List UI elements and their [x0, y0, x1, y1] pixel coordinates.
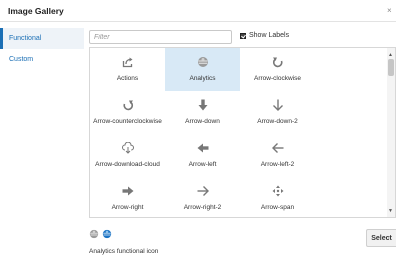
icon-tile-arrow-right-2[interactable]: Arrow-right-2 — [165, 177, 240, 217]
analytics-blue-icon — [102, 229, 112, 239]
arrow-clockwise-icon — [272, 57, 283, 68]
arrow-download-cloud-icon — [121, 142, 134, 154]
icon-tile-label: Arrow-down-2 — [257, 118, 298, 125]
icon-tile-label: Arrow-down — [185, 118, 220, 125]
icon-tile-label: Arrow-left — [188, 161, 217, 168]
analytics-ball-icon — [197, 57, 208, 67]
arrow-left-icon — [197, 143, 208, 153]
icon-grid: Actions Analytics Arrow-clockwise Arrow-… — [90, 48, 389, 217]
icon-tile-arrow-left-2[interactable]: Arrow-left-2 — [240, 134, 315, 177]
icon-tile-arrow-down-2[interactable]: Arrow-down-2 — [240, 91, 315, 134]
icon-tile-actions[interactable]: Actions — [90, 48, 165, 91]
arrow-right-icon — [122, 186, 133, 196]
icon-tile-arrow-counterclockwise[interactable]: Arrow-counterclockwise — [90, 91, 165, 134]
select-button[interactable]: Select — [366, 229, 396, 247]
show-labels-toggle[interactable]: Show Labels — [240, 32, 289, 39]
arrow-span-icon — [272, 185, 283, 197]
arrow-counterclockwise-icon — [122, 100, 133, 111]
dialog-titlebar: Image Gallery × — [0, 0, 396, 22]
sidebar-item-functional[interactable]: Functional — [0, 28, 84, 49]
icon-tile-label: Arrow-counterclockwise — [93, 118, 162, 125]
icon-tile-label: Arrow-right-2 — [183, 204, 222, 211]
scrollbar-thumb[interactable] — [388, 59, 394, 76]
icon-tile-arrow-clockwise[interactable]: Arrow-clockwise — [240, 48, 315, 91]
category-sidebar: Functional Custom — [0, 28, 84, 70]
icon-tile-label: Arrow-right — [111, 204, 144, 211]
share-arrow-icon — [122, 57, 132, 68]
analytics-gray-icon — [89, 229, 99, 239]
arrow-left-2-icon — [271, 143, 283, 153]
icon-tile-arrow-left[interactable]: Arrow-left — [165, 134, 240, 177]
scroll-up-icon[interactable]: ▲ — [388, 52, 393, 58]
arrow-down-icon — [198, 99, 207, 111]
icon-tile-label: Actions — [116, 75, 139, 82]
icon-tile-label: Analytics — [189, 75, 216, 82]
close-icon[interactable]: × — [387, 6, 392, 15]
icon-tile-arrow-right[interactable]: Arrow-right — [90, 177, 165, 217]
preview-caption: Analytics functional icon — [89, 248, 159, 255]
show-labels-label: Show Labels — [249, 32, 290, 39]
icon-tile-arrow-download-cloud[interactable]: Arrow-download-cloud — [90, 134, 165, 177]
arrow-right-2-icon — [197, 186, 209, 196]
icon-tile-analytics[interactable]: Analytics — [165, 48, 240, 91]
gallery-scrollbar[interactable]: ▲ ▼ — [387, 48, 395, 217]
selected-icon-preview — [89, 229, 112, 239]
scroll-down-icon[interactable]: ▼ — [388, 208, 393, 214]
icon-tile-label: Arrow-download-cloud — [95, 161, 160, 168]
icon-tile-arrow-down[interactable]: Arrow-down — [165, 91, 240, 134]
arrow-down-2-icon — [272, 99, 283, 111]
dialog-title: Image Gallery — [8, 6, 64, 16]
show-labels-checkbox[interactable] — [240, 32, 246, 39]
icon-tile-label: Arrow-left-2 — [260, 161, 295, 168]
icon-gallery: Actions Analytics Arrow-clockwise Arrow-… — [89, 47, 396, 218]
filter-input[interactable] — [89, 30, 232, 44]
sidebar-item-custom[interactable]: Custom — [0, 49, 84, 70]
icon-tile-arrow-span[interactable]: Arrow-span — [240, 177, 315, 217]
icon-tile-label: Arrow-span — [260, 204, 295, 211]
icon-tile-label: Arrow-clockwise — [254, 75, 301, 82]
